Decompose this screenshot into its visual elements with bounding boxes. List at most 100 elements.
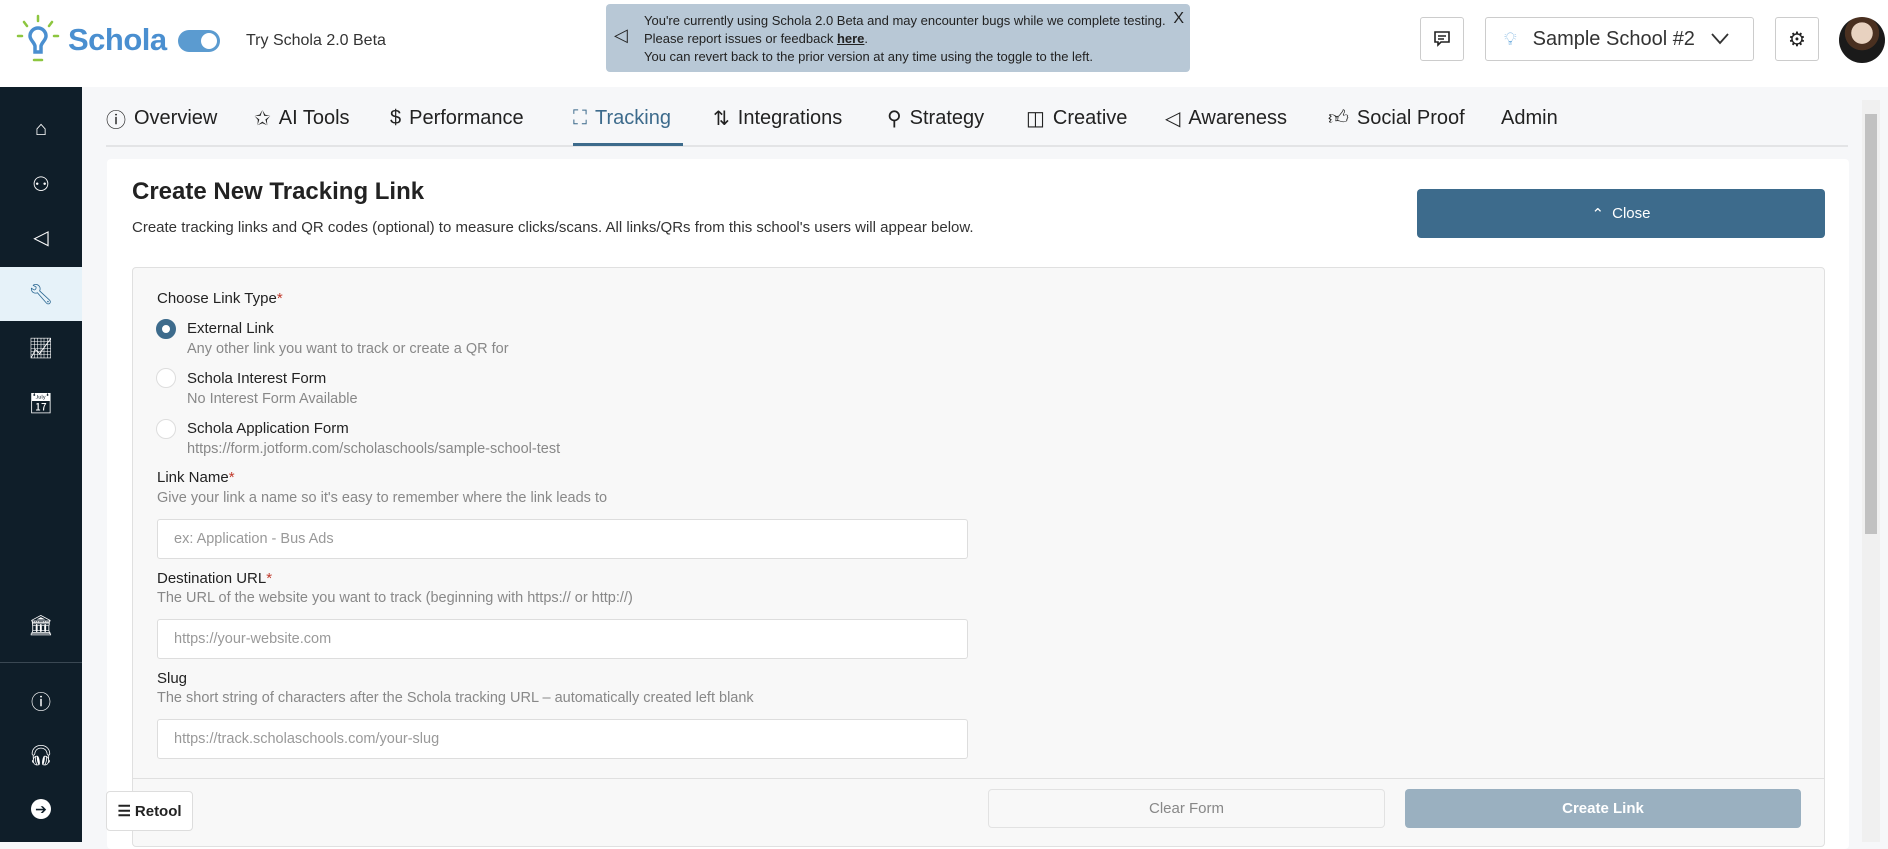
tab-strategy[interactable]: ⚲ Strategy	[887, 104, 984, 132]
feedback-link[interactable]: here	[837, 31, 864, 46]
top-header: Schola Try Schola 2.0 Beta ◁ You're curr…	[0, 0, 1888, 87]
option-label: External Link	[187, 320, 274, 337]
tab-awareness[interactable]: ◁ Awareness	[1165, 104, 1287, 132]
beta-banner: ◁ You're currently using Schola 2.0 Beta…	[606, 4, 1190, 72]
tab-integrations[interactable]: ⇅ Integrations	[713, 104, 842, 132]
sidebar-item-school[interactable]: 🏛︎	[0, 598, 82, 652]
sidebar-item-support[interactable]: 🎧︎	[0, 728, 82, 782]
settings-button[interactable]: ⚙	[1775, 17, 1819, 61]
clear-form-button[interactable]: Clear Form	[988, 789, 1385, 828]
home-icon: ⌂	[34, 117, 48, 140]
link-name-input[interactable]	[157, 519, 968, 559]
sidebar-item-home[interactable]: ⌂	[0, 102, 82, 156]
school-icon: 🏛︎	[28, 614, 54, 637]
user-search-icon: ⚇	[32, 173, 50, 196]
tab-label: Awareness	[1188, 106, 1287, 129]
megaphone-icon: ◁	[614, 25, 628, 45]
sidebar-item-expand[interactable]: ➔	[0, 782, 82, 836]
tab-social-proof[interactable]: 👍︎ Social Proof	[1328, 104, 1465, 132]
tab-admin[interactable]: Admin	[1501, 104, 1558, 132]
destination-url-label: Destination URL*	[157, 570, 273, 587]
form-footer-divider	[133, 778, 1824, 779]
option-label: Schola Interest Form	[187, 370, 327, 387]
create-link-button[interactable]: Create Link	[1405, 789, 1801, 828]
slug-label: Slug	[157, 670, 188, 687]
radio-interest-form[interactable]	[156, 368, 176, 388]
try-beta-label: Try Schola 2.0 Beta	[246, 32, 386, 49]
chart-icon: 📈︎	[28, 337, 54, 360]
close-button[interactable]: ⌃ Close	[1417, 189, 1825, 238]
tab-label: Creative	[1052, 106, 1128, 129]
sidebar-item-analytics[interactable]: 📈︎	[0, 321, 82, 375]
banner-close-icon[interactable]: X	[1173, 10, 1184, 28]
info-icon: ⓘ	[31, 691, 51, 714]
flow-icon: ⚲	[887, 107, 902, 130]
chat-icon	[1434, 31, 1450, 47]
schola-logo[interactable]: Schola	[68, 22, 167, 58]
dollar-doc-icon: $	[390, 106, 402, 129]
radio-application-form[interactable]	[156, 419, 176, 439]
active-tab-underline	[573, 143, 683, 146]
banner-line1: You're currently using Schola 2.0 Beta a…	[644, 13, 1166, 28]
link-name-desc: Give your link a name so it's easy to re…	[157, 490, 608, 506]
sync-icon: ⇅	[713, 107, 730, 130]
link-type-label: Choose Link Type*	[157, 290, 283, 307]
sidebar-item-tools[interactable]: 🔧︎	[0, 267, 82, 321]
headset-icon: 🎧︎	[28, 744, 54, 767]
option-desc: https://form.jotform.com/scholaschools/s…	[187, 441, 561, 457]
tab-label: Admin	[1501, 106, 1558, 129]
tab-tracking[interactable]: ⛶ Tracking	[573, 104, 671, 132]
banner-line2-suffix: .	[864, 31, 869, 46]
scan-icon: ⛶	[573, 106, 587, 129]
tab-label: Performance	[409, 106, 524, 129]
tab-label: Strategy	[909, 106, 985, 129]
megaphone-icon: ◁	[33, 226, 49, 249]
school-selector[interactable]: 💡︎ Sample School #2	[1485, 17, 1754, 61]
tab-performance[interactable]: $ Performance	[390, 104, 524, 132]
tab-overview[interactable]: ⓘ Overview	[106, 104, 217, 132]
chevron-down-icon	[1711, 33, 1729, 45]
tab-label: Social Proof	[1356, 106, 1465, 129]
page-subtitle: Create tracking links and QR codes (opti…	[132, 219, 974, 236]
tab-label: Overview	[134, 106, 218, 129]
banner-line2: Please report issues or feedback	[644, 31, 837, 46]
tab-ai-tools[interactable]: ✩ AI Tools	[254, 104, 350, 132]
user-avatar[interactable]	[1839, 17, 1885, 63]
wrench-icon: 🔧︎	[28, 283, 54, 306]
retool-logo-icon: ☰	[117, 803, 131, 820]
scrollbar[interactable]	[1862, 100, 1880, 842]
bulb-icon: 💡︎	[1504, 28, 1517, 49]
retool-badge[interactable]: ☰ Retool	[106, 791, 193, 831]
beta-toggle[interactable]	[178, 30, 220, 52]
chat-button[interactable]	[1420, 17, 1464, 61]
schola-logo-bulb-icon	[16, 14, 60, 62]
close-label: Close	[1612, 205, 1651, 222]
tab-creative[interactable]: ◫ Creative	[1026, 104, 1127, 132]
page-title: Create New Tracking Link	[132, 178, 425, 205]
sidebar: ⌂ ⚇ ◁ 🔧︎ 📈︎ 📅︎ 🏛︎ ⓘ 🎧︎ ➔	[0, 87, 82, 842]
thumbs-up-icon: 👍︎	[1328, 107, 1349, 129]
destination-url-input[interactable]	[157, 619, 968, 659]
tab-label: Tracking	[595, 106, 671, 129]
scrollbar-thumb[interactable]	[1865, 114, 1877, 534]
sidebar-item-users[interactable]: ⚇	[0, 157, 82, 211]
banner-line3: You can revert back to the prior version…	[644, 49, 1094, 64]
option-label: Schola Application Form	[187, 420, 349, 437]
radio-external-link[interactable]	[156, 319, 176, 339]
slug-desc: The short string of characters after the…	[157, 690, 754, 706]
sidebar-item-calendar[interactable]: 📅︎	[0, 376, 82, 430]
magic-wand-icon: ✩	[254, 107, 271, 130]
sidebar-item-info[interactable]: ⓘ	[0, 673, 82, 727]
option-desc: No Interest Form Available	[187, 391, 358, 407]
chevron-up-icon: ⌃	[1591, 205, 1605, 223]
retool-label: Retool	[134, 802, 182, 820]
calendar-icon: 📅︎	[28, 392, 54, 415]
megaphone-icon: ◁	[1165, 107, 1181, 130]
tabs-divider	[106, 145, 1848, 147]
sidebar-item-marketing[interactable]: ◁	[0, 210, 82, 264]
tab-label: Integrations	[737, 106, 843, 129]
sidebar-divider	[0, 662, 82, 663]
link-name-label: Link Name*	[157, 469, 235, 486]
slug-input[interactable]	[157, 719, 968, 759]
pencils-icon: ◫	[1026, 107, 1045, 130]
